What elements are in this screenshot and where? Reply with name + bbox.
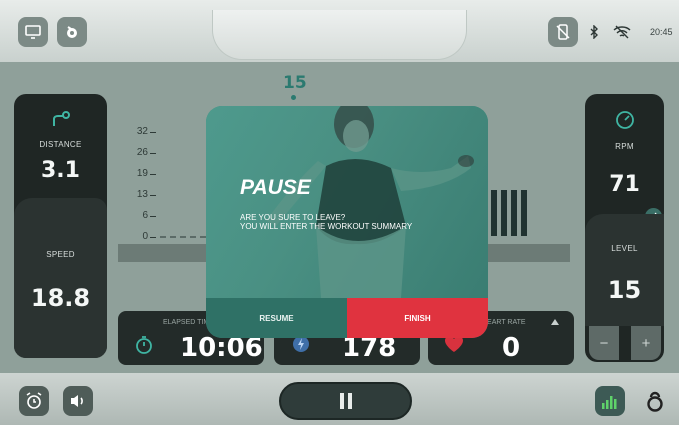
athlete-photo — [206, 106, 488, 298]
kettlebell-icon — [647, 391, 663, 412]
chevron-up-icon[interactable] — [551, 319, 559, 325]
heart-rate-value: 0 — [502, 333, 521, 363]
y-tick-label: 26 — [136, 147, 148, 158]
y-tick-mark — [150, 132, 156, 133]
dialog-message: ARE YOU SURE TO LEAVE? YOU WILL ENTER TH… — [240, 213, 412, 231]
left-stats-panel: DISTANCE 3.1 SPEED 18.8 — [14, 94, 107, 358]
profile-bar — [521, 190, 527, 236]
level-box: LEVEL 15 — [585, 214, 664, 326]
timer-button[interactable] — [19, 386, 49, 416]
speed-label: SPEED — [46, 250, 75, 259]
chart-baseline — [160, 236, 206, 238]
kettlebell-button[interactable] — [640, 386, 670, 416]
finish-button[interactable]: FINISH — [347, 298, 488, 338]
volume-button[interactable] — [63, 386, 93, 416]
y-tick-mark — [150, 216, 156, 217]
y-tick-label: 19 — [136, 168, 148, 179]
dialog-title: PAUSE — [240, 176, 311, 199]
y-tick-label: 13 — [136, 189, 148, 200]
level-label: LEVEL — [611, 244, 638, 253]
current-position-dot — [291, 95, 296, 100]
brand-button[interactable] — [57, 17, 87, 47]
y-tick-label: 0 — [142, 231, 148, 242]
level-value: 15 — [607, 276, 642, 304]
profile-bar — [501, 190, 507, 236]
workout-chart-button[interactable] — [595, 386, 625, 416]
profile-bar — [491, 190, 497, 236]
top-bar-notch — [212, 10, 467, 60]
profile-bar — [511, 190, 517, 236]
bluetooth-icon — [588, 17, 600, 47]
brand-logo-icon — [67, 26, 77, 38]
heart-rate-label: HEART RATE — [482, 319, 526, 326]
no-phone-button[interactable] — [548, 17, 578, 47]
level-increase-button[interactable]: + — [631, 326, 661, 360]
alarm-clock-icon — [26, 392, 42, 409]
rpm-label: RPM — [615, 142, 634, 151]
y-tick-mark — [150, 174, 156, 175]
y-tick-mark — [150, 153, 156, 154]
screen-cast-button[interactable] — [18, 17, 48, 47]
phone-disabled-icon — [556, 24, 570, 40]
clock: 20:45 — [650, 27, 673, 37]
level-decrease-button[interactable]: − — [589, 326, 619, 360]
distance-icon — [53, 111, 70, 126]
distance-value: 3.1 — [41, 158, 80, 183]
speed-value: 18.8 — [30, 284, 91, 312]
monitor-icon — [25, 25, 41, 39]
resume-button[interactable]: RESUME — [206, 298, 347, 338]
pause-icon — [339, 393, 352, 409]
current-position-value: 15 — [283, 73, 307, 93]
y-tick-label: 6 — [142, 210, 148, 221]
distance-label: DISTANCE — [39, 140, 82, 149]
dialog-message-line2: YOU WILL ENTER THE WORKOUT SUMMARY — [240, 222, 413, 231]
rpm-gauge-icon — [616, 111, 634, 129]
bar-chart-icon — [602, 396, 617, 409]
y-tick-mark — [150, 195, 156, 196]
y-tick-label: 32 — [136, 126, 148, 137]
athlete-illustration — [266, 106, 474, 298]
right-stats-panel: RPM 71 LEVEL 15 — [585, 94, 664, 362]
rpm-value: 71 — [609, 172, 640, 197]
speaker-icon — [71, 395, 83, 407]
speed-box: SPEED 18.8 — [14, 198, 107, 358]
y-tick-mark — [150, 237, 156, 238]
treadmill-screen: 20:45 15 32 26 19 13 6 0 DISTANCE 3.1 SPEED 1… — [0, 0, 679, 425]
pause-button[interactable] — [279, 382, 412, 420]
stopwatch-icon — [136, 336, 152, 354]
dialog-message-line1: ARE YOU SURE TO LEAVE? — [240, 213, 346, 222]
wifi-off-icon — [613, 17, 631, 47]
